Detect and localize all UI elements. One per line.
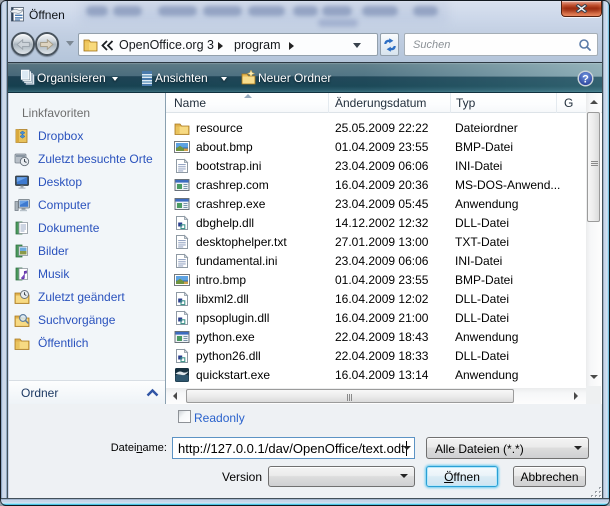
svg-text:?: ? [582,74,589,86]
